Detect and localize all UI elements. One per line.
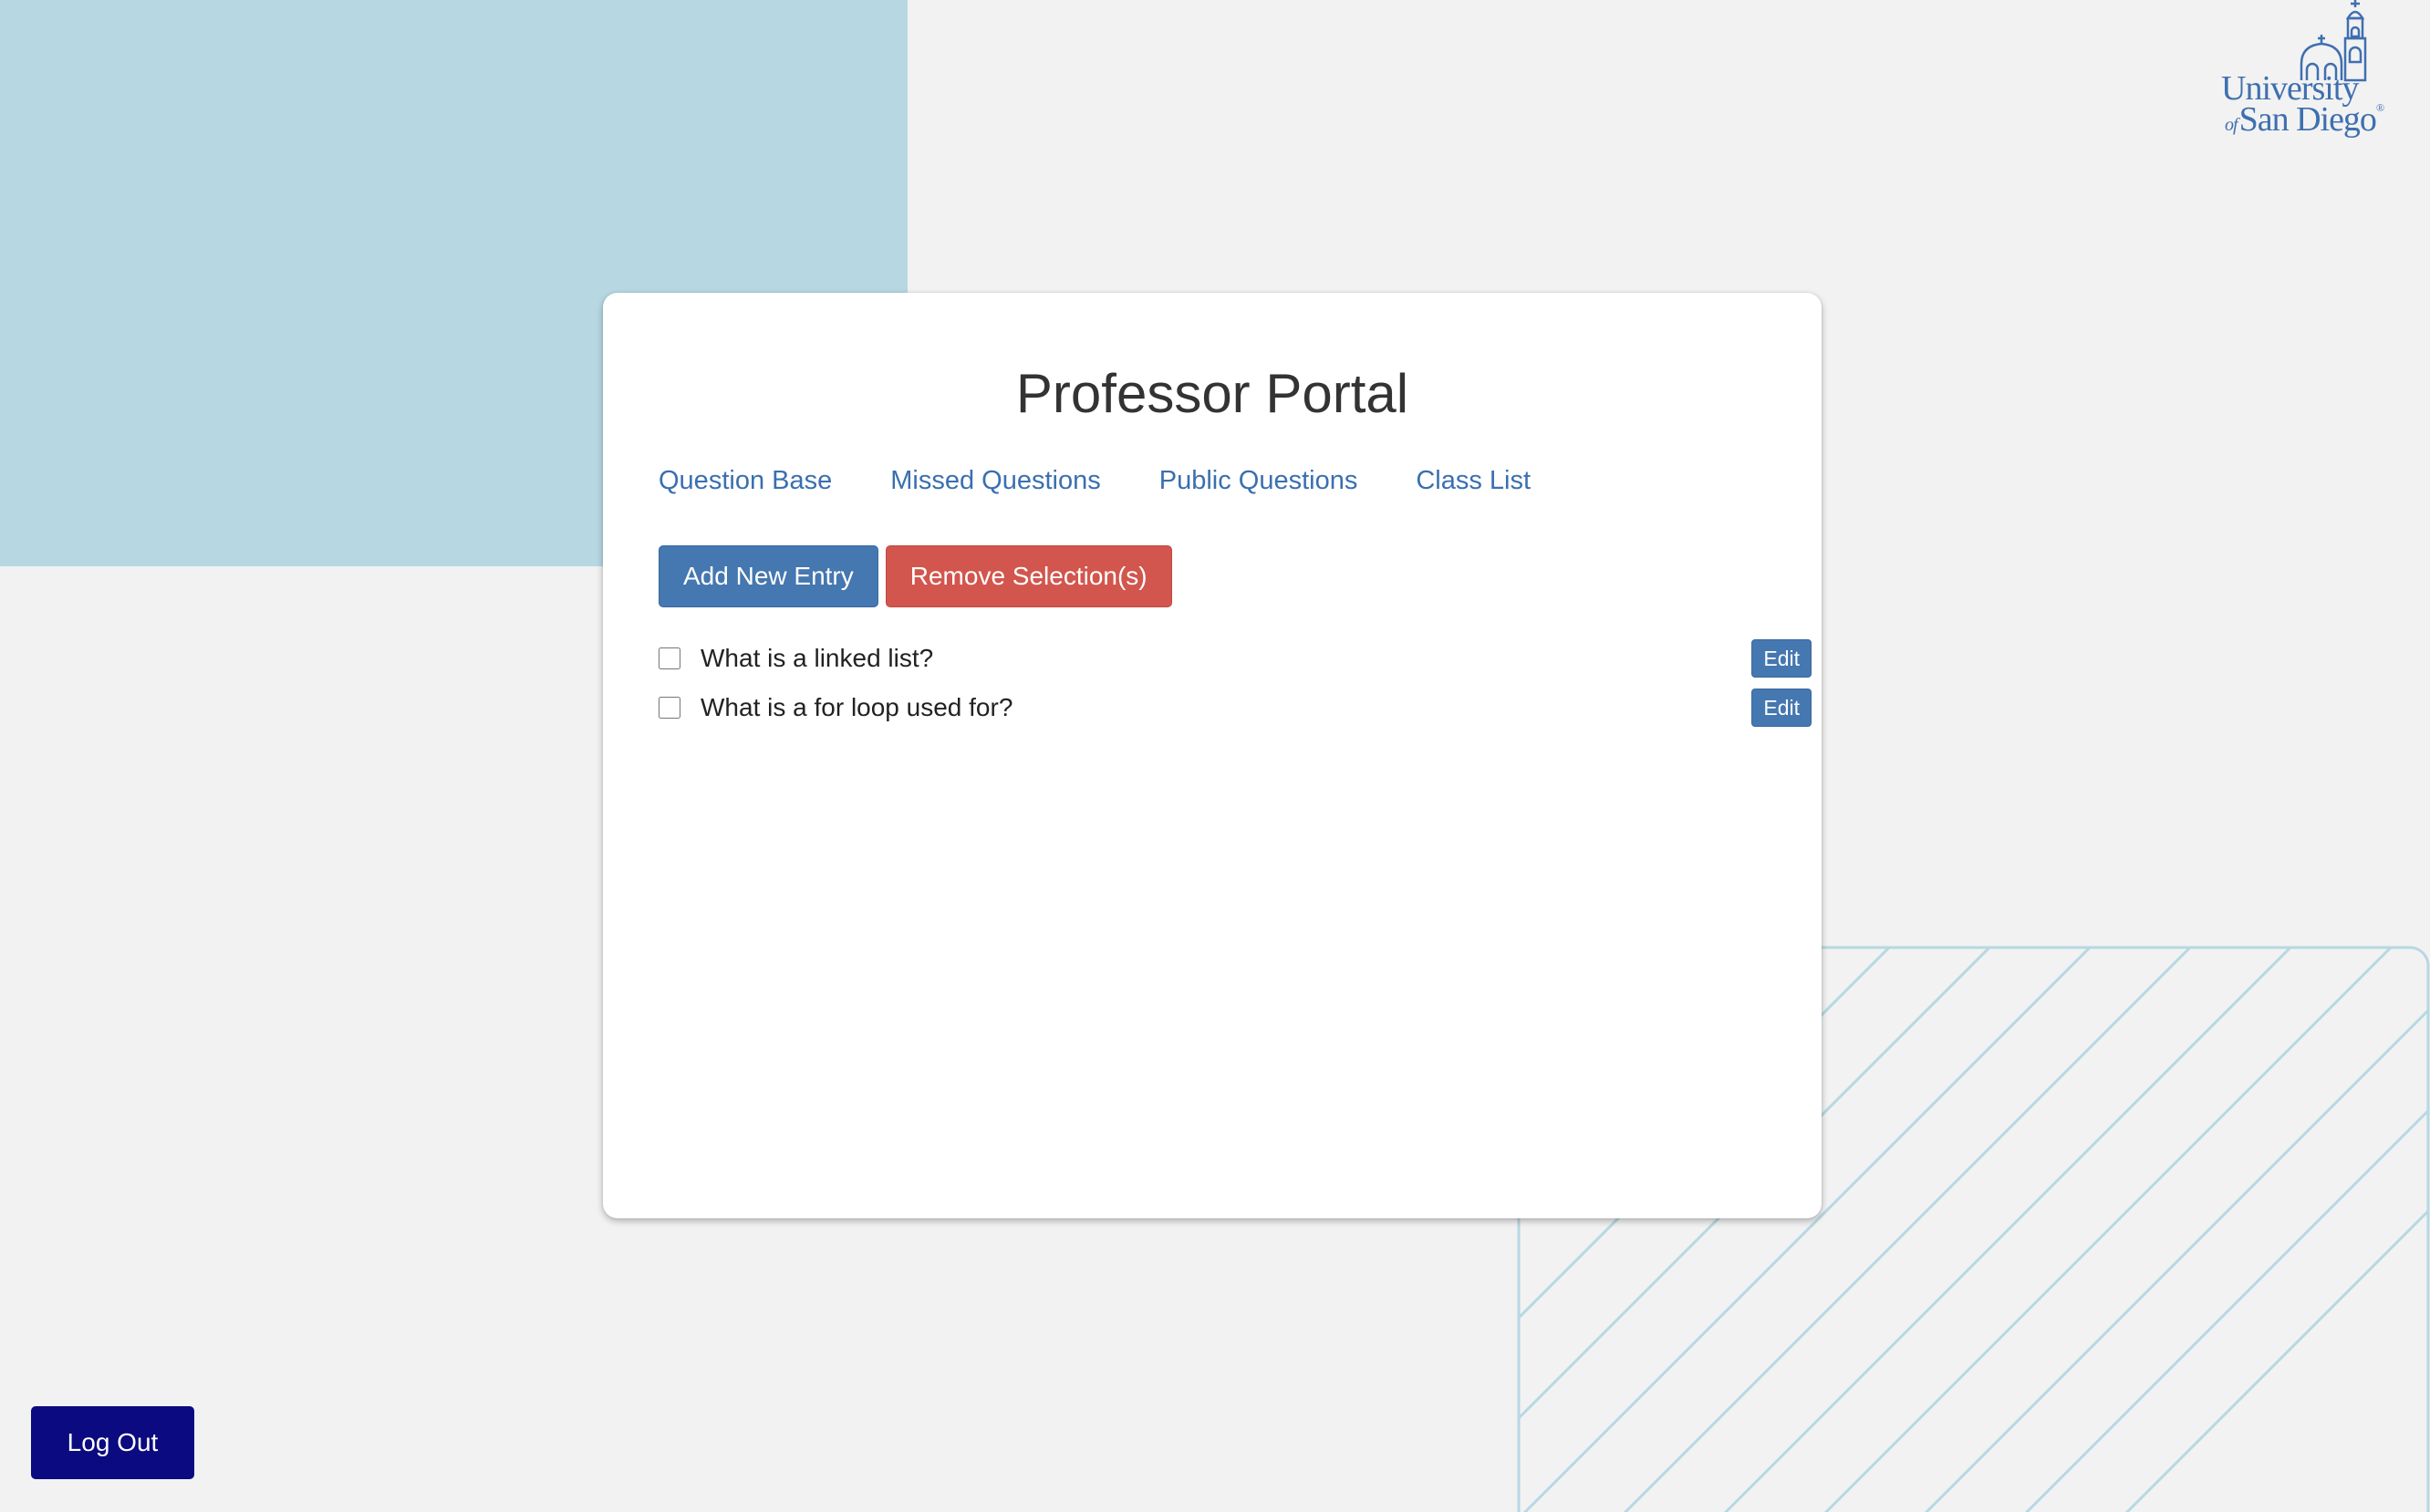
registered-mark: ®: [2375, 101, 2384, 114]
portal-card: Professor Portal Question Base Missed Qu…: [603, 293, 1822, 1218]
page-title: Professor Portal: [1015, 363, 1409, 424]
portal-nav: Question Base Missed Questions Public Qu…: [659, 466, 1531, 496]
logo-san-diego-line: ofSan Diego®: [2212, 102, 2385, 137]
question-list: What is a linked list? Edit What is a fo…: [659, 634, 1817, 732]
edit-question-button[interactable]: Edit: [1751, 639, 1812, 678]
nav-link-question-base[interactable]: Question Base: [659, 466, 832, 496]
remove-selections-button[interactable]: Remove Selection(s): [885, 545, 1172, 607]
action-bar: Add New Entry Remove Selection(s): [659, 545, 1172, 607]
logo-san-diego-text: San Diego: [2238, 100, 2377, 139]
log-out-button[interactable]: Log Out: [31, 1406, 194, 1479]
logo-of-text: of: [2225, 115, 2238, 135]
question-text: What is a for loop used for?: [701, 693, 1013, 721]
nav-link-missed-questions[interactable]: Missed Questions: [890, 466, 1101, 496]
edit-question-button[interactable]: Edit: [1751, 689, 1812, 727]
add-new-entry-button[interactable]: Add New Entry: [659, 545, 878, 607]
question-checkbox[interactable]: [659, 697, 680, 719]
logo-wordmark: University ofSan Diego®: [2212, 71, 2385, 137]
question-row: What is a for loop used for? Edit: [659, 683, 1817, 732]
question-row: What is a linked list? Edit: [659, 634, 1817, 683]
nav-link-public-questions[interactable]: Public Questions: [1159, 466, 1358, 496]
university-logo: University ofSan Diego®: [2212, 0, 2385, 146]
question-text: What is a linked list?: [701, 644, 934, 672]
nav-link-class-list[interactable]: Class List: [1416, 466, 1531, 496]
question-checkbox[interactable]: [659, 647, 680, 669]
